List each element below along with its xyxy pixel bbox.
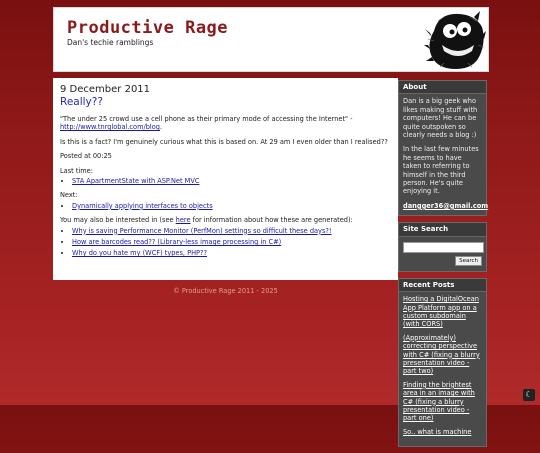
related-link[interactable]: Why is saving Performance Monitor (PerfM… [72,227,332,235]
sidebar: About Dan is a big geek who likes making… [398,80,488,453]
footer-copyright: © Productive Rage 2011 - 2025 [173,287,278,295]
recent-post-link[interactable]: Hosting a DigitalOcean App Platform app … [403,295,482,329]
next-list: Dynamically applying interfaces to objec… [60,202,391,210]
list-item: STA ApartmentState with ASP.Net MVC [72,177,391,185]
quote-text: "The under 25 crowd use a cell phone as … [60,115,353,123]
last-time-link[interactable]: STA ApartmentState with ASP.Net MVC [72,177,199,185]
list-item: Why is saving Performance Monitor (PerfM… [72,227,391,235]
posted-at: Posted at 00:25 [60,152,112,161]
about-text-2: In the last few minutes he seems to have… [403,145,479,196]
about-text-1: Dan is a big geek who likes making stuff… [403,97,478,140]
quote-end: . [159,123,163,132]
list-item: Dynamically applying interfaces to objec… [72,202,391,210]
list-item: Finding the brightest area in an image w… [403,381,482,423]
post-content: 9 December 2011 Really?? "The under 25 c… [53,78,398,280]
post-body: Is this is a fact? I'm genuinely curious… [60,137,388,146]
site-subtitle: Dan's techie ramblings [67,38,154,47]
list-item: How are barcodes read?? (Library-less im… [72,238,391,246]
last-time-list: STA ApartmentState with ASP.Net MVC [60,177,391,185]
next-link[interactable]: Dynamically applying interfaces to objec… [72,202,213,210]
email-link[interactable]: dangger36@gmail.com [403,202,488,210]
recent-post-link[interactable]: Finding the brightest area in an image w… [403,381,482,423]
search-button[interactable]: Search [455,255,482,266]
here-link[interactable]: here [176,216,191,224]
related-link[interactable]: Why do you hate my (WCF) types, PHP?? [72,249,207,257]
monster-mascot-icon [424,11,486,69]
also-suffix: for information about how these are gene… [190,216,353,225]
also-prefix: You may also be interested in (see [60,216,176,225]
moon-icon[interactable]: ☾ [523,389,535,401]
post-date: 9 December 2011 [60,84,151,95]
search-input[interactable] [403,241,484,253]
about-box: About Dan is a big geek who likes making… [398,80,488,217]
search-box: Site Search Search [398,222,487,272]
search-title: Site Search [399,223,486,237]
recent-list: Hosting a DigitalOcean App Platform app … [403,295,482,436]
related-list: Why is saving Performance Monitor (PerfM… [60,227,391,258]
post-quote: "The under 25 crowd use a cell phone as … [60,115,391,132]
recent-title: Recent Posts [399,278,486,293]
next-label: Next: [60,191,78,200]
also-interested: You may also be interested in (see here … [60,216,391,224]
recent-posts-box: Recent Posts Hosting a DigitalOcean App … [398,277,487,448]
recent-post-link[interactable]: (Approximately) correcting perspective w… [403,334,482,376]
about-title: About [399,81,486,95]
last-time-label: Last time: [60,166,93,175]
site-header: Productive Rage Dan's techie ramblings [53,7,489,72]
site-title[interactable]: Productive Rage [67,18,228,38]
list-item: (Approximately) correcting perspective w… [403,334,482,376]
quote-link[interactable]: http://www.tnrglobal.com/blog [60,123,160,131]
post-title[interactable]: Really?? [60,96,391,109]
list-item: So.. what is machine [403,428,482,436]
list-item: Why do you hate my (WCF) types, PHP?? [72,249,391,257]
related-link[interactable]: How are barcodes read?? (Library-less im… [72,238,281,246]
list-item: Hosting a DigitalOcean App Platform app … [403,295,482,329]
recent-post-link[interactable]: So.. what is machine [403,428,482,436]
